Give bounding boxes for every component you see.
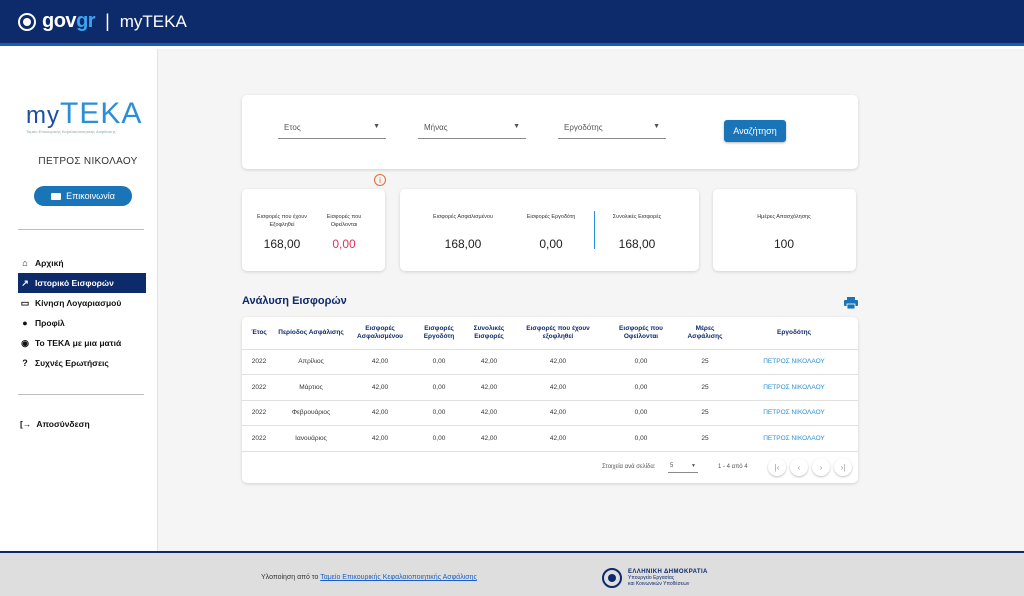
myteka-logo[interactable]: myTEKA Ταμείο Επικουρικής Κεφαλαιοποιητι… [26,97,158,134]
top-bar: govgr | myTEKA [0,0,1024,46]
sidebar-item-home[interactable]: ⌂ Αρχική [18,253,146,273]
last-page-icon: ›| [840,462,846,472]
employer-link[interactable]: ΠΕΤΡΟΣ ΝΙΚΟΛΑΟΥ [730,400,858,426]
sidebar: myTEKA Ταμείο Επικουρικής Κεφαλαιοποιητι… [18,49,158,551]
contributions-card: Εισφορές Ασφαλισμένου Εισφορές Εργοδότη … [400,189,699,271]
col-days[interactable]: Μέρες Ασφάλισης [680,317,730,350]
chevron-right-icon: › [819,462,823,472]
paid-value: 168,00 [263,237,301,251]
prev-page-button[interactable]: ‹ [790,458,808,476]
employer-select[interactable]: Εργοδότης ▼ [558,119,666,139]
sidebar-divider [18,229,144,230]
last-page-button[interactable]: ›| [834,458,852,476]
divider [594,211,595,249]
year-select[interactable]: Ετος ▼ [278,119,386,139]
paid-label: Εισφορές που έχουν Εξοφληθεί [257,214,307,228]
employer-link[interactable]: ΠΕΤΡΟΣ ΝΙΚΟΛΑΟΥ [730,374,858,401]
caret-down-icon: ▼ [513,123,520,130]
footer-credit: Υλοποίηση από το Ταμείο Επικουρικής Κεφα… [261,574,477,581]
days-value: 100 [773,237,795,251]
col-period[interactable]: Περίοδος Ασφάλισης [276,317,346,350]
owed-value: 0,00 [332,237,356,251]
card-icon: ▭ [20,297,30,308]
info-icon[interactable]: i [374,174,386,186]
employer-contrib-value: 0,00 [539,237,563,251]
sidebar-item-contribution-history[interactable]: ↗ Ιστορικό Εισφορών [18,273,146,293]
logout-button[interactable]: [→ Αποσύνδεση [20,419,90,429]
contributions-table: Έτος Περίοδος Ασφάλισης Εισφορές Ασφαλισ… [242,317,858,452]
trend-icon: ↗ [21,277,29,288]
first-page-button[interactable]: |‹ [768,458,786,476]
next-page-button[interactable]: › [812,458,830,476]
sidebar-divider [18,394,144,395]
caret-down-icon: ▼ [373,123,380,130]
contact-button[interactable]: Επικοινωνία [34,186,132,206]
paid-owed-card: Εισφορές που έχουν Εξοφληθεί Εισφορές πο… [242,189,385,271]
employer-link[interactable]: ΠΕΤΡΟΣ ΝΙΚΟΛΑΟΥ [730,425,858,452]
app-title[interactable]: myTEKA [120,12,187,32]
month-select[interactable]: Μήνας ▼ [418,119,526,139]
table-header-row: Έτος Περίοδος Ασφάλισης Εισφορές Ασφαλισ… [242,317,858,350]
sidebar-nav: ⌂ Αρχική ↗ Ιστορικό Εισφορών ▭ Κίνηση Λο… [18,253,146,373]
question-icon: ? [22,358,28,368]
search-button[interactable]: Αναζήτηση [724,120,786,142]
sidebar-item-profile[interactable]: ● Προφίλ [18,313,146,333]
caret-down-icon: ▼ [691,463,696,469]
days-card: Ημέρες Απασχόλησης 100 [713,189,856,271]
col-employer-contrib[interactable]: Εισφορές Εργοδότη [414,317,464,350]
print-icon[interactable] [844,297,858,309]
col-owed[interactable]: Εισφορές που Οφείλονται [602,317,680,350]
sidebar-item-faq[interactable]: ? Συχνές Ερωτήσεις [18,353,146,373]
employer-link[interactable]: ΠΕΤΡΟΣ ΝΙΚΟΛΑΟΥ [730,349,858,375]
sidebar-item-overview[interactable]: ◉ Το ΤΕΚΑ με μια ματιά [18,333,146,353]
first-page-icon: |‹ [774,462,780,472]
col-total[interactable]: Συνολικές Εισφορές [464,317,514,350]
total-label: Συνολικές Εισφορές [612,214,662,220]
home-icon: ⌂ [22,258,28,268]
mail-icon [51,192,62,200]
rows-per-page-label: Στοιχεία ανά σελίδα: [602,464,656,470]
table-row: 2022 Μάρτιος 42,00 0,00 42,00 42,00 0,00… [242,374,858,401]
eye-icon: ◉ [21,337,29,348]
person-icon: ● [22,318,28,328]
header-separator: | [105,11,110,31]
owed-label: Εισφορές που Οφείλονται [326,214,362,228]
gov-emblem-icon [18,12,36,31]
main-content: Ετος ▼ Μήνας ▼ Εργοδότης ▼ Αναζήτηση i Ε… [158,49,1024,551]
total-value: 168,00 [618,237,656,251]
teka-link[interactable]: Ταμείο Επικουρικής Κεφαλαιοποιητικής Ασφ… [320,574,477,581]
logout-icon: [→ [20,419,32,429]
col-employer[interactable]: Εργοδότης [730,317,858,350]
insured-value: 168,00 [444,237,482,251]
insured-label: Εισφορές Ασφαλισμένου [433,214,493,220]
sidebar-item-account-movement[interactable]: ▭ Κίνηση Λογαριασμού [18,293,146,313]
page-range: 1 - 4 από 4 [718,464,748,470]
chevron-left-icon: ‹ [797,462,801,472]
table-pagination: Στοιχεία ανά σελίδα: 5 ▼ 1 - 4 από 4 |‹ … [242,453,858,483]
user-name: ΠΕΤΡΟΣ ΝΙΚΟΛΑΟΥ [38,156,138,167]
gov-logo[interactable]: govgr [18,10,96,33]
table-row: 2022 Απρίλιος 42,00 0,00 42,00 42,00 0,0… [242,349,858,375]
hellenic-republic-logo: ΕΛΛΗΝΙΚΗ ΔΗΜΟΚΡΑΤΙΑ Υπουργείο Εργασίας κ… [602,568,708,588]
contributions-table-card: Έτος Περίοδος Ασφάλισης Εισφορές Ασφαλισ… [242,317,858,483]
caret-down-icon: ▼ [653,123,660,130]
employer-contrib-label: Εισφορές Εργοδότη [526,214,576,220]
greek-emblem-icon [602,568,622,588]
footer: Υλοποίηση από το Ταμείο Επικουρικής Κεφα… [0,551,1024,596]
table-row: 2022 Ιανουάριος 42,00 0,00 42,00 42,00 0… [242,425,858,452]
col-insured[interactable]: Εισφορές Ασφαλισμένου [346,317,414,350]
days-label: Ημέρες Απασχόλησης [757,214,811,220]
col-year[interactable]: Έτος [242,317,276,350]
col-paid[interactable]: Εισφορές που έχουν εξοφληθεί [514,317,602,350]
filter-card: Ετος ▼ Μήνας ▼ Εργοδότης ▼ Αναζήτηση [242,95,858,169]
section-title: Ανάλυση Εισφορών [242,295,347,307]
rows-per-page-select[interactable]: 5 ▼ [668,463,698,473]
table-row: 2022 Φεβρουάριος 42,00 0,00 42,00 42,00 … [242,400,858,426]
